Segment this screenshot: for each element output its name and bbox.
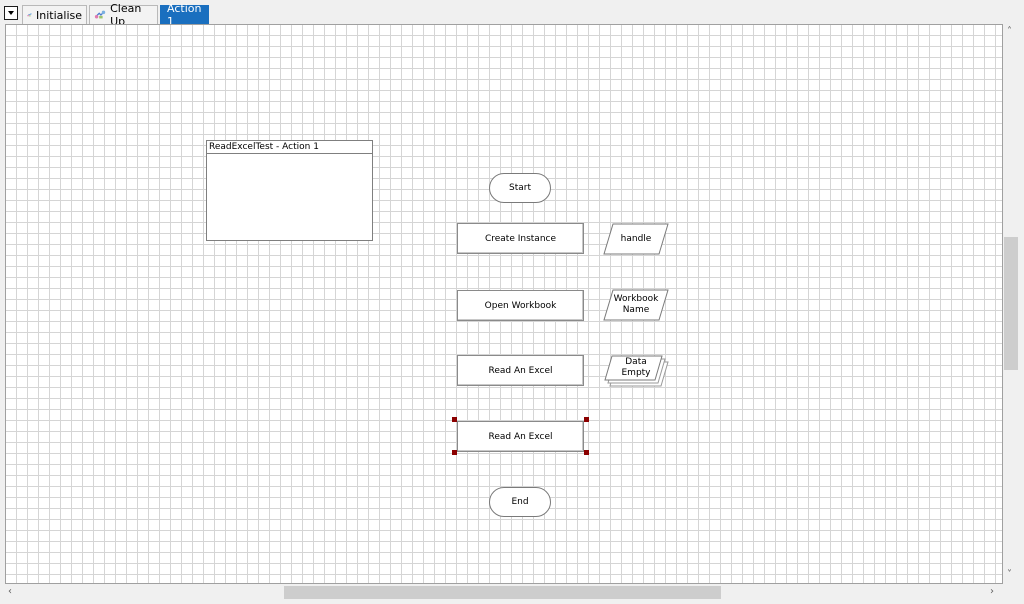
stage-label: Open Workbook: [484, 300, 557, 311]
page-info-block[interactable]: ReadExcelTest - Action 1: [206, 140, 373, 241]
end-stage-label: End: [511, 497, 529, 507]
tab-initialise-label: Initialise: [36, 8, 82, 22]
scrollbar-corner: [1003, 584, 1020, 601]
end-stage[interactable]: End: [489, 487, 551, 517]
process-canvas[interactable]: ReadExcelTest - Action 1 Start Create In…: [5, 24, 1003, 584]
tab-strip: Initialise Clean Up Action 1: [0, 0, 1024, 28]
page-flow-icon: [94, 10, 106, 19]
tab-list-dropdown-button[interactable]: [4, 6, 18, 20]
read-an-excel-stage-selected[interactable]: Read An Excel: [457, 421, 584, 452]
page-flow-icon: [27, 13, 32, 17]
open-workbook-stage[interactable]: Open Workbook: [457, 290, 584, 321]
selection-handle[interactable]: [452, 417, 457, 422]
selection-handle[interactable]: [452, 450, 457, 455]
create-instance-stage[interactable]: Create Instance: [457, 223, 584, 254]
stage-label: Read An Excel: [488, 365, 553, 376]
start-stage-label: Start: [509, 183, 531, 193]
horizontal-scrollbar[interactable]: ‹ ›: [0, 584, 1003, 601]
page-info-title: ReadExcelTest - Action 1: [207, 141, 372, 154]
selection-handle[interactable]: [584, 417, 589, 422]
start-stage[interactable]: Start: [489, 173, 551, 203]
stage-label: Read An Excel: [488, 431, 553, 442]
horizontal-scroll-thumb[interactable]: [284, 586, 721, 599]
scroll-up-icon[interactable]: ˄: [1007, 27, 1012, 37]
tab-initialise[interactable]: Initialise: [22, 5, 87, 24]
read-an-excel-stage[interactable]: Read An Excel: [457, 355, 584, 386]
scroll-down-icon[interactable]: ˅: [1007, 570, 1012, 580]
vertical-scroll-thumb[interactable]: [1004, 237, 1018, 370]
collection-data-empty[interactable]: Data Empty: [603, 355, 669, 387]
selection-handle[interactable]: [584, 450, 589, 455]
data-item-label: Data Empty: [621, 357, 651, 378]
data-item-handle[interactable]: handle: [603, 223, 669, 255]
tab-clean-up[interactable]: Clean Up: [89, 2, 158, 28]
vertical-scrollbar[interactable]: ˄ ˅: [1003, 24, 1020, 584]
data-item-label: handle: [620, 233, 652, 244]
scroll-right-icon[interactable]: ›: [990, 587, 994, 597]
stage-label: Create Instance: [484, 233, 557, 244]
tab-action-1[interactable]: Action 1: [160, 2, 209, 28]
scroll-left-icon[interactable]: ‹: [8, 587, 12, 597]
data-item-label: Workbook Name: [613, 294, 659, 315]
data-item-workbook-name[interactable]: Workbook Name: [603, 289, 669, 321]
